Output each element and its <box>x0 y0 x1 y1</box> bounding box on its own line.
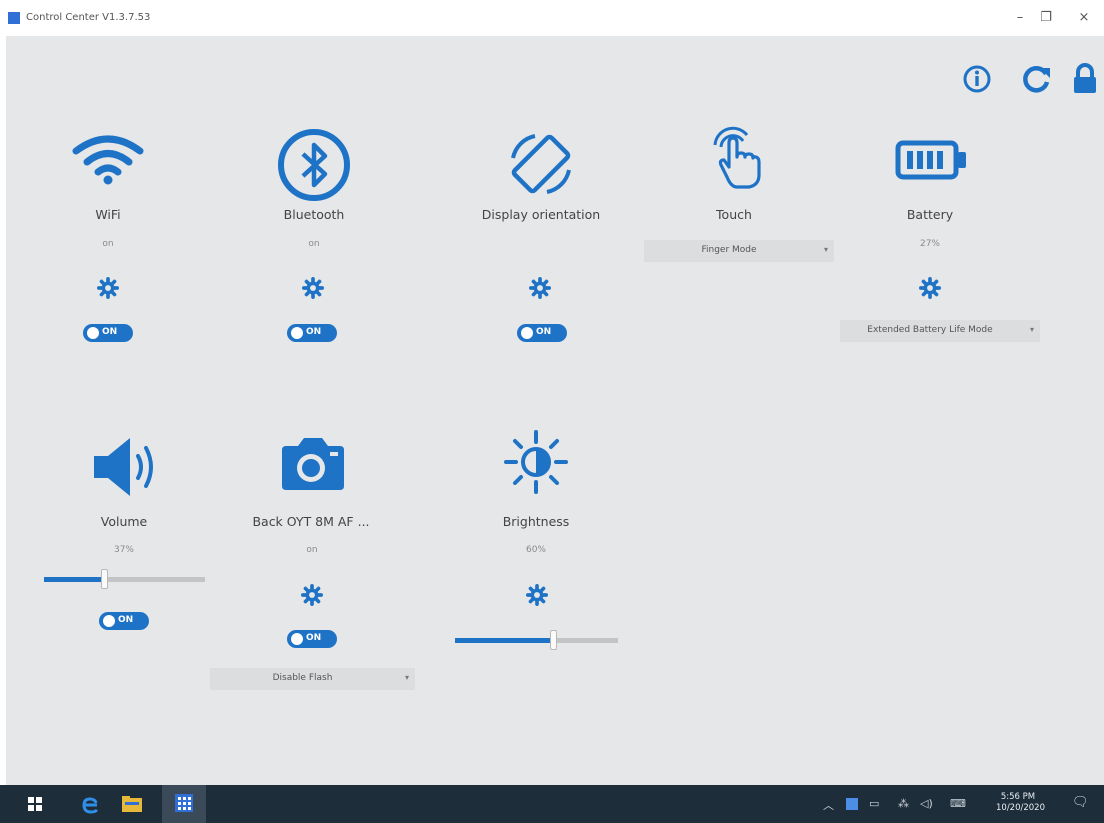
touch-hand-icon <box>713 126 761 189</box>
toggle-label: ON <box>536 327 552 337</box>
speaker-icon <box>94 438 153 496</box>
slider-thumb[interactable] <box>100 569 108 589</box>
info-icon[interactable] <box>960 62 994 96</box>
wifi-label: WiFi <box>95 207 121 222</box>
battery-level: 27% <box>919 239 940 249</box>
toggle-label: ON <box>102 327 118 337</box>
toggle-label: ON <box>306 633 322 643</box>
battery-mode-dropdown[interactable]: Extended Battery Life Mode ▾ <box>840 320 1040 342</box>
chevron-down-icon: ▾ <box>404 673 409 682</box>
windows-start-icon[interactable] <box>28 797 42 811</box>
app-icon <box>8 12 20 24</box>
toggle-knob <box>87 327 99 339</box>
toggle-label: ON <box>306 327 322 337</box>
bluetooth-status: on <box>308 239 320 249</box>
volume-level: 37% <box>113 545 134 555</box>
wifi-settings-gear-icon[interactable] <box>97 277 119 299</box>
battery-label: Battery <box>906 207 954 222</box>
volume-slider[interactable] <box>44 569 205 589</box>
camera-icon <box>282 438 344 490</box>
file-explorer-icon[interactable] <box>122 796 142 812</box>
touch-label: Touch <box>716 207 752 222</box>
title-bar: Control Center V1.3.7.53 – ❐ × <box>0 0 1104 36</box>
slider-fill <box>44 577 104 582</box>
toggle-knob <box>291 327 303 339</box>
display-settings-gear-icon[interactable] <box>529 277 551 299</box>
wifi-status: on <box>102 239 114 249</box>
brightness-settings-gear-icon[interactable] <box>526 584 548 606</box>
clock-date: 10/20/2020 <box>996 803 1045 813</box>
battery-mode-value: Extended Battery Life Mode <box>867 325 993 335</box>
toggle-label: ON <box>118 615 134 625</box>
wifi-icon <box>72 135 144 185</box>
edge-icon[interactable] <box>80 793 100 815</box>
volume-mute-toggle[interactable]: ON <box>99 612 149 630</box>
tray-volume-icon[interactable]: ◁) <box>920 797 933 810</box>
bluetooth-toggle[interactable]: ON <box>287 324 337 342</box>
camera-toggle[interactable]: ON <box>287 630 337 648</box>
flash-mode-value: Disable Flash <box>272 673 333 683</box>
wifi-toggle[interactable]: ON <box>83 324 133 342</box>
close-button[interactable]: × <box>1064 6 1104 30</box>
window-title: Control Center V1.3.7.53 <box>26 12 151 23</box>
display-orientation-label: Display orientation <box>481 207 601 222</box>
brightness-level: 60% <box>525 545 546 555</box>
refresh-icon[interactable] <box>1020 62 1054 96</box>
slider-thumb[interactable] <box>549 630 557 650</box>
tray-keyboard-icon[interactable]: ⌨ <box>950 797 966 810</box>
lock-icon[interactable] <box>1068 62 1102 96</box>
tray-app-icon[interactable] <box>846 798 858 810</box>
camera-settings-gear-icon[interactable] <box>301 584 323 606</box>
touch-mode-dropdown[interactable]: Finger Mode ▾ <box>644 240 834 262</box>
tray-battery-icon[interactable]: ▭ <box>869 797 879 810</box>
toggle-knob <box>291 633 303 645</box>
camera-label: Back OYT 8M AF ... <box>252 514 370 529</box>
tray-overflow-chevron-icon[interactable]: ︿ <box>823 797 834 813</box>
maximize-button[interactable]: ❐ <box>1026 6 1066 30</box>
slider-fill <box>455 638 553 643</box>
notification-center-icon[interactable]: 🗨 <box>1072 795 1089 810</box>
volume-label: Volume <box>100 514 148 529</box>
battery-settings-gear-icon[interactable] <box>919 277 941 299</box>
tray-network-icon[interactable]: ⁂ <box>898 797 909 810</box>
chevron-down-icon: ▾ <box>1029 325 1034 334</box>
battery-icon <box>895 140 966 180</box>
touch-mode-value: Finger Mode <box>701 245 757 255</box>
brightness-slider[interactable] <box>455 630 618 650</box>
toggle-knob <box>103 615 115 627</box>
control-center-app-icon[interactable] <box>175 794 193 812</box>
clock-time: 5:56 PM <box>1000 792 1036 802</box>
bluetooth-label: Bluetooth <box>283 207 345 222</box>
brightness-icon <box>504 430 568 494</box>
flash-mode-dropdown[interactable]: Disable Flash ▾ <box>210 668 415 690</box>
chevron-down-icon: ▾ <box>823 245 828 254</box>
bluetooth-settings-gear-icon[interactable] <box>302 277 324 299</box>
taskbar: ︿ ▭ ⁂ ◁) ⌨ 5:56 PM 10/20/2020 🗨 <box>0 785 1104 823</box>
display-orientation-toggle[interactable]: ON <box>517 324 567 342</box>
bluetooth-icon <box>278 129 350 201</box>
toggle-knob <box>521 327 533 339</box>
rotate-screen-icon <box>511 134 571 194</box>
taskbar-clock[interactable]: 5:56 PM 10/20/2020 <box>996 792 1045 814</box>
camera-status: on <box>306 545 318 555</box>
brightness-label: Brightness <box>502 514 570 529</box>
